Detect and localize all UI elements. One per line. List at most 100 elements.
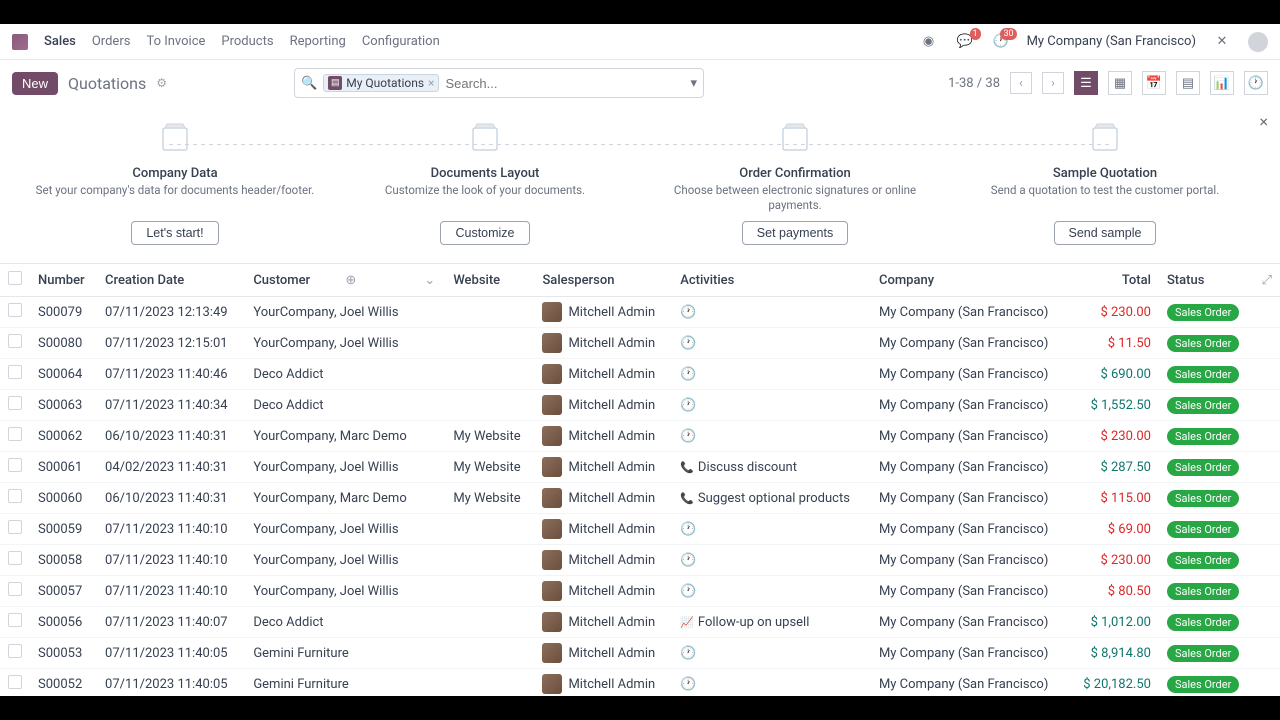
table-row[interactable]: S00053 07/11/2023 11:40:05 Gemini Furnit… <box>0 638 1280 669</box>
clock-icon[interactable]: 🕐 <box>680 646 696 661</box>
col-status[interactable]: Status <box>1159 264 1254 297</box>
step-action-button[interactable]: Set payments <box>742 221 848 245</box>
chart-activity[interactable]: Follow-up on upsell <box>680 615 809 630</box>
view-list-button[interactable]: ☰ <box>1074 71 1098 95</box>
activity-icon[interactable]: 🕐30 <box>991 32 1011 52</box>
row-checkbox[interactable] <box>8 365 22 379</box>
search-box[interactable]: 🔍 ▤ My Quotations × ▾ <box>294 68 704 98</box>
app-logo-icon[interactable] <box>12 34 28 50</box>
step-action-button[interactable]: Send sample <box>1054 221 1157 245</box>
row-checkbox[interactable] <box>8 303 22 317</box>
view-pivot-button[interactable]: ▤ <box>1176 71 1200 95</box>
new-button[interactable]: New <box>12 72 58 95</box>
menu-orders[interactable]: Orders <box>92 34 131 49</box>
cell-date: 07/11/2023 11:40:10 <box>97 514 245 545</box>
pager-next-button[interactable]: › <box>1042 72 1064 94</box>
status-badge: Sales Order <box>1167 428 1239 445</box>
clock-icon[interactable]: 🕐 <box>680 553 696 568</box>
select-all-checkbox[interactable] <box>8 271 22 285</box>
col-creation-date[interactable]: Creation Date <box>97 264 245 297</box>
col-activities[interactable]: Activities <box>672 264 871 297</box>
row-checkbox[interactable] <box>8 489 22 503</box>
step-title: Sample Quotation <box>956 166 1254 181</box>
menu-to-invoice[interactable]: To Invoice <box>146 34 205 49</box>
col-company[interactable]: Company <box>871 264 1069 297</box>
col-total[interactable]: Total <box>1069 264 1159 297</box>
clock-icon[interactable]: 🕐 <box>680 429 696 444</box>
onboarding-close-icon[interactable]: × <box>1259 112 1268 131</box>
cell-activities: 🕐 <box>672 514 871 545</box>
row-checkbox[interactable] <box>8 520 22 534</box>
phone-activity[interactable]: Suggest optional products <box>680 491 850 506</box>
cell-activities: 🕐 <box>672 669 871 697</box>
table-row[interactable]: S00062 06/10/2023 11:40:31 YourCompany, … <box>0 421 1280 452</box>
col-customer[interactable]: Customer ⊕ ⌄ <box>245 264 445 297</box>
table-row[interactable]: S00060 06/10/2023 11:40:31 YourCompany, … <box>0 483 1280 514</box>
clock-icon[interactable]: 🕐 <box>680 305 696 320</box>
user-avatar-icon[interactable] <box>1248 32 1268 52</box>
view-kanban-button[interactable]: ▦ <box>1108 71 1132 95</box>
step-action-button[interactable]: Let's start! <box>131 221 218 245</box>
view-calendar-button[interactable]: 📅 <box>1142 71 1166 95</box>
col-salesperson[interactable]: Salesperson <box>534 264 672 297</box>
close-tray-icon[interactable]: ✕ <box>1212 32 1232 52</box>
cell-total: $ 287.50 <box>1069 452 1159 483</box>
filter-chip-remove-icon[interactable]: × <box>428 76 434 90</box>
search-dropdown-icon[interactable]: ▾ <box>691 76 698 91</box>
cell-customer: YourCompany, Joel Willis <box>245 545 445 576</box>
clock-icon[interactable]: 🕐 <box>680 584 696 599</box>
row-checkbox[interactable] <box>8 644 22 658</box>
cell-number: S00059 <box>30 514 97 545</box>
cell-salesperson: Mitchell Admin <box>534 390 672 421</box>
menu-products[interactable]: Products <box>221 34 273 49</box>
view-activity-button[interactable]: 🕐 <box>1244 71 1268 95</box>
clock-icon[interactable]: 🕐 <box>680 522 696 537</box>
filter-chip[interactable]: ▤ My Quotations × <box>323 74 439 92</box>
table-row[interactable]: S00058 07/11/2023 11:40:10 YourCompany, … <box>0 545 1280 576</box>
gear-icon[interactable]: ⚙ <box>156 76 167 90</box>
menu-configuration[interactable]: Configuration <box>362 34 440 49</box>
chevron-down-icon[interactable]: ⌄ <box>424 273 435 288</box>
messaging-icon[interactable]: 💬1 <box>955 32 975 52</box>
table-row[interactable]: S00080 07/11/2023 12:15:01 YourCompany, … <box>0 328 1280 359</box>
table-row[interactable]: S00063 07/11/2023 11:40:34 Deco Addict M… <box>0 390 1280 421</box>
table-row[interactable]: S00079 07/11/2023 12:13:49 YourCompany, … <box>0 297 1280 328</box>
breadcrumb[interactable]: Quotations <box>68 74 146 93</box>
table-row[interactable]: S00061 04/02/2023 11:40:31 YourCompany, … <box>0 452 1280 483</box>
control-bar: New Quotations ⚙ 🔍 ▤ My Quotations × ▾ 1… <box>0 60 1280 106</box>
table-row[interactable]: S00059 07/11/2023 11:40:10 YourCompany, … <box>0 514 1280 545</box>
row-checkbox[interactable] <box>8 334 22 348</box>
clock-icon[interactable]: 🕐 <box>680 367 696 382</box>
cell-total: $ 8,914.80 <box>1069 638 1159 669</box>
pager-text[interactable]: 1-38 / 38 <box>948 76 1000 91</box>
row-checkbox[interactable] <box>8 427 22 441</box>
row-checkbox[interactable] <box>8 396 22 410</box>
app-name[interactable]: Sales <box>44 34 76 49</box>
row-checkbox[interactable] <box>8 613 22 627</box>
row-checkbox[interactable] <box>8 582 22 596</box>
table-row[interactable]: S00057 07/11/2023 11:40:10 YourCompany, … <box>0 576 1280 607</box>
table-row[interactable]: S00056 07/11/2023 11:40:07 Deco Addict M… <box>0 607 1280 638</box>
table-row[interactable]: S00064 07/11/2023 11:40:46 Deco Addict M… <box>0 359 1280 390</box>
clock-icon[interactable]: 🕐 <box>680 677 696 692</box>
avatar-icon <box>542 550 562 570</box>
top-navbar: Sales Orders To Invoice Products Reporti… <box>0 24 1280 60</box>
row-checkbox[interactable] <box>8 675 22 689</box>
phone-activity[interactable]: Discuss discount <box>680 460 797 475</box>
col-number[interactable]: Number <box>30 264 97 297</box>
cell-activities: 🕐 <box>672 545 871 576</box>
col-website[interactable]: Website <box>445 264 534 297</box>
row-checkbox[interactable] <box>8 458 22 472</box>
menu-reporting[interactable]: Reporting <box>290 34 346 49</box>
company-selector[interactable]: My Company (San Francisco) <box>1027 34 1196 49</box>
search-input[interactable] <box>445 76 684 91</box>
table-row[interactable]: S00052 07/11/2023 11:40:05 Gemini Furnit… <box>0 669 1280 697</box>
clock-icon[interactable]: 🕐 <box>680 398 696 413</box>
wifi-icon[interactable]: ◉ <box>919 32 939 52</box>
pager-prev-button[interactable]: ‹ <box>1010 72 1032 94</box>
view-graph-button[interactable]: 📊 <box>1210 71 1234 95</box>
expand-columns-icon[interactable]: ⤢ <box>1262 273 1272 288</box>
clock-icon[interactable]: 🕐 <box>680 336 696 351</box>
row-checkbox[interactable] <box>8 551 22 565</box>
step-action-button[interactable]: Customize <box>440 221 529 245</box>
